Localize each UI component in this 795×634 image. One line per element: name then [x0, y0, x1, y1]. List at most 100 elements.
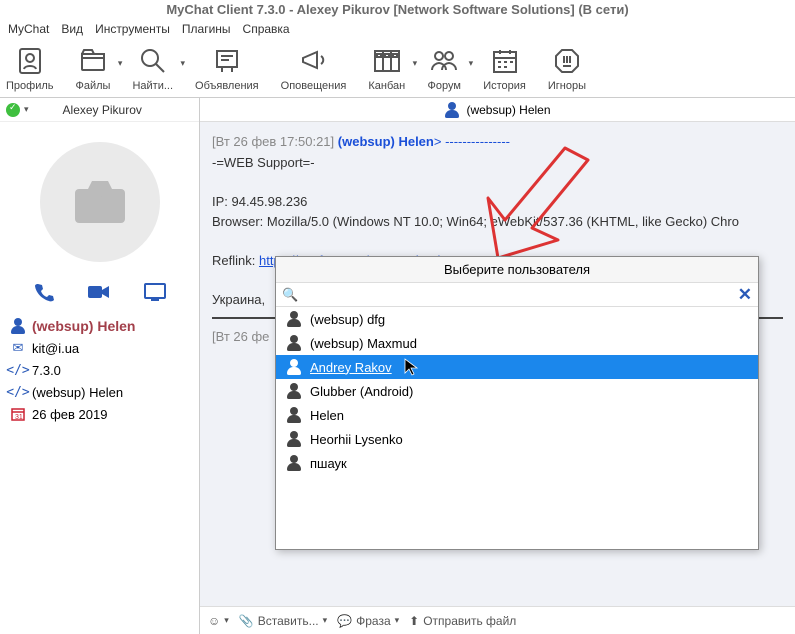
contact-date-row: 31 26 фев 2019 [10, 406, 189, 422]
user-list-item[interactable]: пшаук [276, 451, 758, 475]
contact-email: kit@i.ua [32, 341, 79, 356]
reflink-label: Reflink: [212, 253, 255, 268]
avatar-placeholder [40, 142, 160, 262]
insert-label: Вставить... [258, 614, 319, 628]
msg-sender: (websup) Helen [338, 134, 434, 149]
user-list-item-label: Glubber (Android) [310, 384, 413, 399]
board-icon [210, 44, 244, 78]
user-list-item[interactable]: (websup) Maxmud [276, 331, 758, 355]
tool-profile[interactable]: Профиль [6, 44, 54, 92]
user-list-item[interactable]: Helen [276, 403, 758, 427]
phrase-button[interactable]: 💬 Фраза ▾ [337, 614, 399, 628]
user-icon [286, 407, 302, 423]
toolbar: Профиль Файлы ▾ Найти... ▾ Объявления Оп… [0, 38, 795, 98]
phrase-label: Фраза [356, 614, 391, 628]
menu-mychat[interactable]: MyChat [4, 20, 53, 38]
user-list-item[interactable]: Glubber (Android) [276, 379, 758, 403]
mail-icon: ✉ [10, 340, 26, 356]
video-button[interactable] [87, 280, 111, 304]
tool-forum[interactable]: Форум ▾ [427, 44, 461, 92]
tool-label: Объявления [195, 80, 259, 92]
kanban-icon [370, 44, 404, 78]
dialog-title: Выберите пользователя [276, 257, 758, 283]
contact-name-row: (websup) Helen [10, 318, 189, 334]
current-user-name: Alexey Pikurov [63, 103, 142, 117]
tool-label: Файлы [76, 80, 111, 92]
tool-kanban[interactable]: Канбан ▾ [368, 44, 405, 92]
msg-line: -=WEB Support=- [212, 153, 783, 173]
tool-label: Профиль [6, 80, 54, 92]
input-toolbar: ☺ ▾ 📎 Вставить... ▾ 💬 Фраза ▾ ⬆ Отправит… [200, 606, 795, 634]
msg-line: IP: 94.45.98.236 [212, 192, 783, 212]
insert-button[interactable]: 📎 Вставить... ▾ [239, 614, 327, 628]
menu-tools[interactable]: Инструменты [91, 20, 174, 38]
avatar-area [0, 122, 199, 272]
dialog-search-row: 🔍 ✕ [276, 283, 758, 307]
stop-icon [550, 44, 584, 78]
window-title: MyChat Client 7.3.0 - Alexey Pikurov [Ne… [0, 0, 795, 20]
menu-bar: MyChat Вид Инструменты Плагины Справка [0, 20, 795, 38]
current-user-status[interactable]: ▾ Alexey Pikurov [0, 98, 199, 122]
tool-ignore[interactable]: Игноры [548, 44, 586, 92]
tool-label: История [483, 80, 526, 92]
user-list-item-label: Heorhii Lysenko [310, 432, 403, 447]
tool-ads[interactable]: Объявления [195, 44, 259, 92]
megaphone-icon [297, 44, 331, 78]
msg-timestamp: [Вт 26 фе [212, 329, 269, 344]
chat-header-name: (websup) Helen [466, 103, 550, 117]
tool-alerts[interactable]: Оповещения [281, 44, 347, 92]
code-icon: </> [10, 362, 26, 378]
svg-text:31: 31 [15, 414, 23, 421]
user-icon [286, 311, 302, 327]
contact-version-row: </> 7.3.0 [10, 362, 189, 378]
tool-label: Найти... [132, 80, 173, 92]
menu-plugins[interactable]: Плагины [178, 20, 235, 38]
files-icon [76, 44, 110, 78]
user-list-item-label: Andrey Rakov [310, 360, 392, 375]
search-icon [136, 44, 170, 78]
send-file-label: Отправить файл [423, 614, 516, 628]
chat-header: (websup) Helen [200, 98, 795, 122]
user-list-item[interactable]: Heorhii Lysenko [276, 427, 758, 451]
calendar-small-icon: 31 [10, 406, 26, 422]
send-file-button[interactable]: ⬆ Отправить файл [409, 614, 516, 628]
contact-group-row: </> (websup) Helen [10, 384, 189, 400]
menu-view[interactable]: Вид [57, 20, 87, 38]
user-list-item[interactable]: (websup) dfg [276, 307, 758, 331]
chevron-down-icon: ▾ [413, 58, 418, 69]
user-list[interactable]: (websup) dfg(websup) Maxmud Andrey Rakov G… [276, 307, 758, 549]
call-button[interactable] [32, 280, 56, 304]
user-list-item[interactable]: Andrey Rakov [276, 355, 758, 379]
user-icon [286, 383, 302, 399]
emoji-button[interactable]: ☺ ▾ [208, 614, 229, 628]
user-icon [444, 102, 460, 118]
contact-date: 26 фев 2019 [32, 407, 107, 422]
user-icon [286, 455, 302, 471]
search-icon: 🔍 [282, 287, 298, 303]
screen-button[interactable] [143, 280, 167, 304]
forum-icon [427, 44, 461, 78]
tool-label: Оповещения [281, 80, 347, 92]
user-picker-dialog: Выберите пользователя 🔍 ✕ (websup) dfg(w… [275, 256, 759, 550]
tool-files[interactable]: Файлы ▾ [76, 44, 111, 92]
user-icon [286, 335, 302, 351]
user-icon [286, 359, 302, 375]
profile-icon [13, 44, 47, 78]
user-icon [286, 431, 302, 447]
tool-search[interactable]: Найти... ▾ [132, 44, 173, 92]
chevron-down-icon: ▾ [118, 58, 123, 69]
contact-email-row[interactable]: ✉ kit@i.ua [10, 340, 189, 356]
chevron-down-icon: ▾ [24, 104, 29, 115]
tool-history[interactable]: История [483, 44, 526, 92]
user-list-item-label: пшаук [310, 456, 347, 471]
contact-group: (websup) Helen [32, 385, 123, 400]
msg-separator: > --------------- [434, 134, 510, 149]
close-icon[interactable]: ✕ [738, 285, 752, 305]
chevron-down-icon: ▾ [180, 58, 185, 69]
sidebar: ▾ Alexey Pikurov (websup) Helen ✉ kit@i.… [0, 98, 200, 634]
online-status-icon [6, 103, 20, 117]
tool-label: Форум [427, 80, 460, 92]
tool-label: Канбан [368, 80, 405, 92]
menu-help[interactable]: Справка [239, 20, 294, 38]
contact-name: (websup) Helen [32, 318, 135, 334]
